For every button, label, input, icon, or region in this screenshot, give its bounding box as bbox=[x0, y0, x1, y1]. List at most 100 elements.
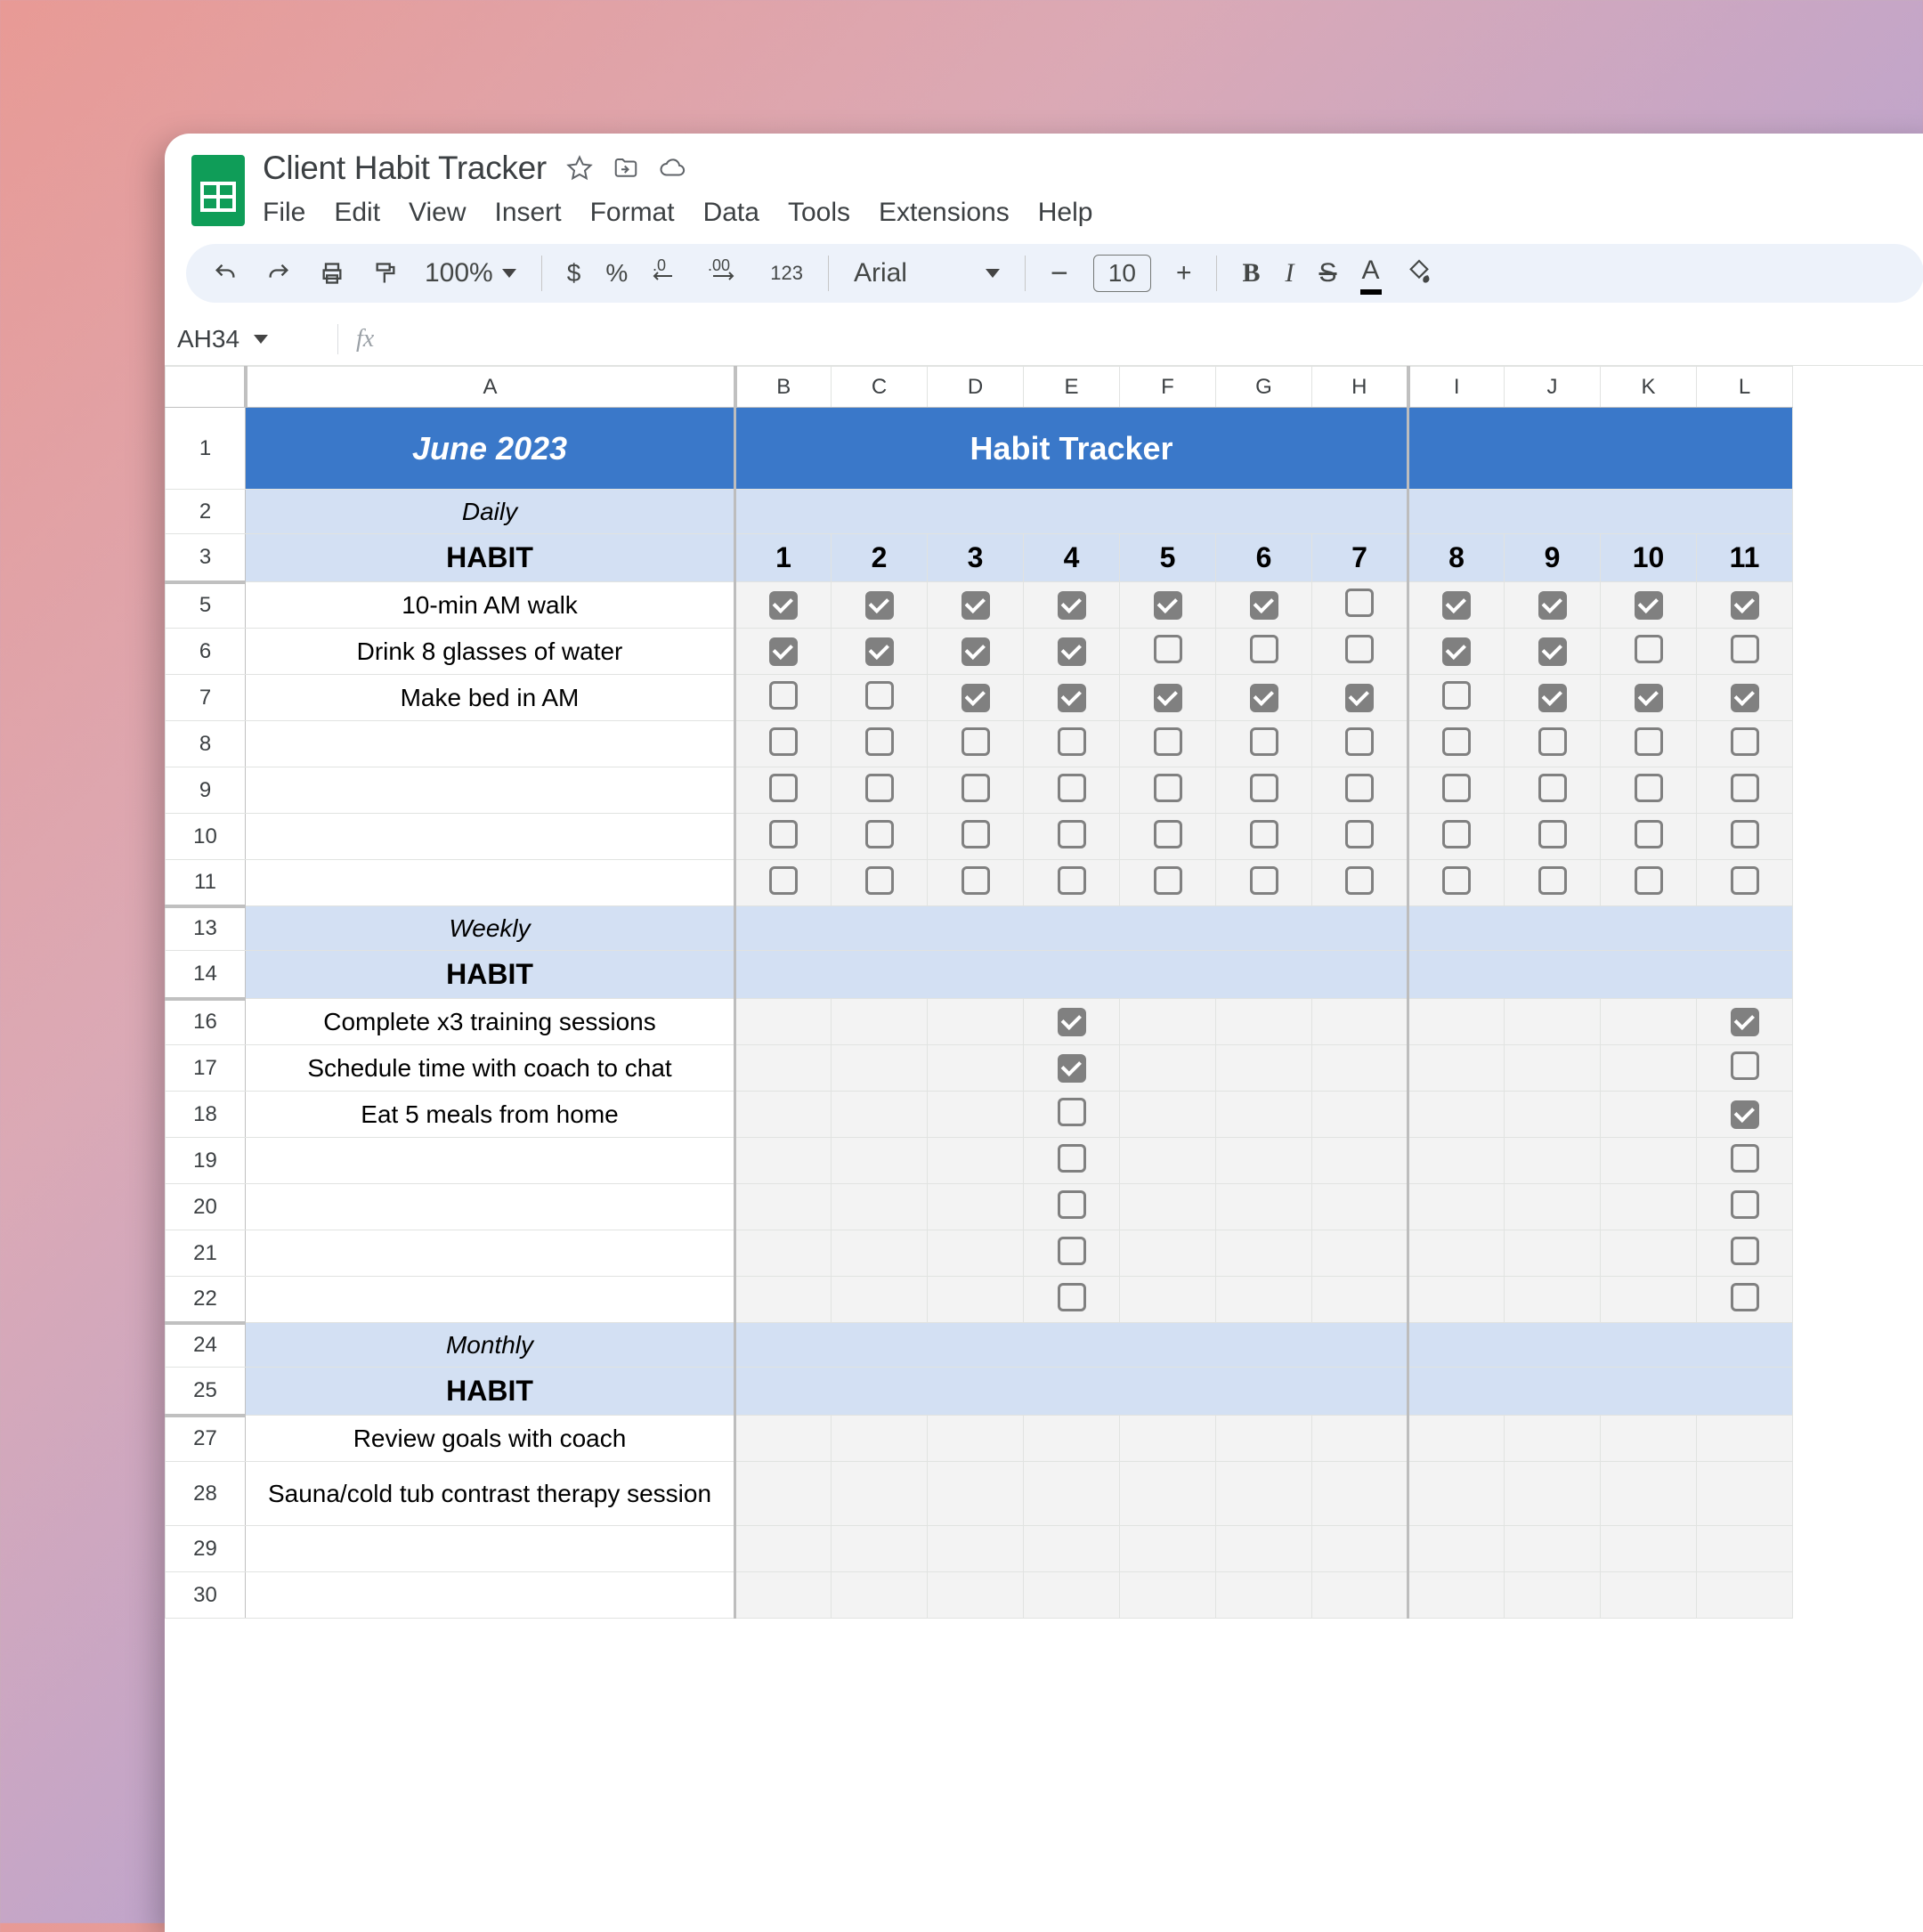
checkbox-cell[interactable] bbox=[832, 721, 928, 767]
day-number[interactable]: 6 bbox=[1216, 534, 1312, 582]
empty-cell[interactable] bbox=[1120, 1526, 1216, 1572]
checkbox-cell[interactable] bbox=[1024, 1138, 1120, 1184]
checkbox-cell[interactable] bbox=[832, 1230, 928, 1277]
checkbox[interactable] bbox=[769, 774, 798, 802]
checkbox-cell[interactable] bbox=[832, 814, 928, 860]
checkbox-cell[interactable] bbox=[928, 1138, 1024, 1184]
menu-edit[interactable]: Edit bbox=[334, 198, 380, 228]
checkbox-cell[interactable] bbox=[1312, 675, 1408, 721]
row-header[interactable]: 2 bbox=[166, 490, 246, 534]
empty-cell[interactable] bbox=[1601, 1526, 1697, 1572]
sheets-logo-icon[interactable] bbox=[191, 155, 245, 226]
checkbox[interactable] bbox=[1250, 591, 1278, 620]
checkbox-cell[interactable] bbox=[1120, 1184, 1216, 1230]
checkbox[interactable] bbox=[1538, 684, 1567, 712]
empty-cell[interactable] bbox=[1505, 1462, 1601, 1526]
checkbox-cell[interactable] bbox=[1120, 1230, 1216, 1277]
checkbox[interactable] bbox=[1731, 1008, 1759, 1036]
checkbox-cell[interactable] bbox=[1408, 860, 1505, 906]
checkbox[interactable] bbox=[1345, 727, 1374, 756]
checkbox-cell[interactable] bbox=[1024, 629, 1120, 675]
checkbox-cell[interactable] bbox=[1505, 1230, 1601, 1277]
checkbox[interactable] bbox=[1250, 635, 1278, 663]
empty-cell[interactable] bbox=[1601, 1462, 1697, 1526]
checkbox-cell[interactable] bbox=[928, 1277, 1024, 1323]
checkbox-cell[interactable] bbox=[1505, 675, 1601, 721]
checkbox-cell[interactable] bbox=[735, 1184, 832, 1230]
checkbox[interactable] bbox=[1635, 635, 1663, 663]
checkbox[interactable] bbox=[1058, 820, 1086, 848]
checkbox-cell[interactable] bbox=[735, 999, 832, 1045]
habit-label[interactable]: Schedule time with coach to chat bbox=[246, 1045, 735, 1092]
checkbox-cell[interactable] bbox=[1024, 582, 1120, 629]
checkbox-cell[interactable] bbox=[735, 767, 832, 814]
habit-label[interactable] bbox=[246, 767, 735, 814]
checkbox[interactable] bbox=[769, 727, 798, 756]
day-number[interactable]: 1 bbox=[735, 534, 832, 582]
checkbox-cell[interactable] bbox=[1408, 1092, 1505, 1138]
empty-cell[interactable] bbox=[1408, 1462, 1505, 1526]
checkbox-cell[interactable] bbox=[1120, 1138, 1216, 1184]
checkbox[interactable] bbox=[1442, 774, 1471, 802]
column-header[interactable]: B bbox=[735, 367, 832, 408]
checkbox-cell[interactable] bbox=[1216, 1277, 1312, 1323]
column-header[interactable]: I bbox=[1408, 367, 1505, 408]
checkbox[interactable] bbox=[1442, 637, 1471, 666]
checkbox-cell[interactable] bbox=[1024, 814, 1120, 860]
empty-cell[interactable] bbox=[832, 1526, 928, 1572]
checkbox-cell[interactable] bbox=[1312, 1092, 1408, 1138]
checkbox-cell[interactable] bbox=[1024, 675, 1120, 721]
fill-color-button[interactable] bbox=[1405, 257, 1437, 289]
checkbox-cell[interactable] bbox=[832, 767, 928, 814]
column-header[interactable]: L bbox=[1697, 367, 1793, 408]
zoom-select[interactable]: 100% bbox=[425, 258, 516, 288]
checkbox[interactable] bbox=[769, 681, 798, 710]
empty-cell[interactable] bbox=[735, 1572, 832, 1619]
checkbox-cell[interactable] bbox=[1601, 1277, 1697, 1323]
checkbox-cell[interactable] bbox=[1697, 814, 1793, 860]
checkbox-cell[interactable] bbox=[1408, 1230, 1505, 1277]
empty-cell[interactable] bbox=[1312, 1416, 1408, 1462]
column-header[interactable]: J bbox=[1505, 367, 1601, 408]
checkbox-cell[interactable] bbox=[832, 582, 928, 629]
column-header[interactable]: G bbox=[1216, 367, 1312, 408]
empty-cell[interactable] bbox=[1505, 1572, 1601, 1619]
checkbox[interactable] bbox=[1058, 1190, 1086, 1219]
checkbox[interactable] bbox=[769, 820, 798, 848]
empty-cell[interactable] bbox=[1216, 1462, 1312, 1526]
checkbox-cell[interactable] bbox=[928, 629, 1024, 675]
checkbox-cell[interactable] bbox=[1408, 1138, 1505, 1184]
checkbox-cell[interactable] bbox=[928, 675, 1024, 721]
checkbox[interactable] bbox=[1635, 774, 1663, 802]
name-box[interactable]: AH34 bbox=[177, 325, 320, 353]
checkbox-cell[interactable] bbox=[928, 1230, 1024, 1277]
empty-cell[interactable] bbox=[1024, 1526, 1120, 1572]
day-number[interactable]: 5 bbox=[1120, 534, 1216, 582]
checkbox[interactable] bbox=[1731, 684, 1759, 712]
checkbox-cell[interactable] bbox=[1408, 1184, 1505, 1230]
checkbox[interactable] bbox=[1058, 591, 1086, 620]
checkbox-cell[interactable] bbox=[1216, 1045, 1312, 1092]
empty-cell[interactable] bbox=[735, 1526, 832, 1572]
checkbox[interactable] bbox=[1058, 1098, 1086, 1126]
checkbox-cell[interactable] bbox=[1601, 629, 1697, 675]
row-header[interactable]: 13 bbox=[166, 906, 246, 951]
checkbox-cell[interactable] bbox=[1024, 860, 1120, 906]
checkbox-cell[interactable] bbox=[735, 1092, 832, 1138]
checkbox-cell[interactable] bbox=[1216, 721, 1312, 767]
checkbox-cell[interactable] bbox=[1408, 814, 1505, 860]
habit-label[interactable]: Review goals with coach bbox=[246, 1416, 735, 1462]
checkbox[interactable] bbox=[1058, 1237, 1086, 1265]
checkbox-cell[interactable] bbox=[1601, 1138, 1697, 1184]
checkbox-cell[interactable] bbox=[832, 1277, 928, 1323]
font-family-select[interactable]: Arial bbox=[854, 258, 961, 288]
column-header[interactable]: A bbox=[246, 367, 735, 408]
empty-cell[interactable] bbox=[1312, 1572, 1408, 1619]
checkbox[interactable] bbox=[1154, 866, 1182, 895]
checkbox[interactable] bbox=[1250, 866, 1278, 895]
checkbox-cell[interactable] bbox=[735, 1277, 832, 1323]
checkbox[interactable] bbox=[1635, 684, 1663, 712]
checkbox[interactable] bbox=[1058, 1008, 1086, 1036]
checkbox[interactable] bbox=[1154, 591, 1182, 620]
print-icon[interactable] bbox=[318, 259, 346, 288]
